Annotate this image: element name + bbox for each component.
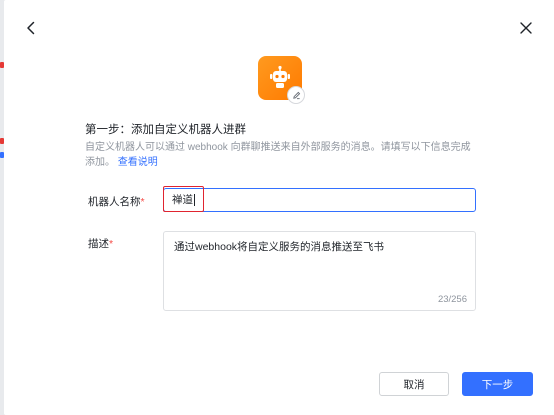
description-label: 描述* xyxy=(88,236,113,251)
chevron-left-icon xyxy=(27,21,35,35)
char-counter: 23/256 xyxy=(437,294,467,305)
highlight-annotation xyxy=(163,186,204,212)
description-textarea[interactable]: 通过webhook将自定义服务的消息推送至飞书 23/256 xyxy=(163,231,476,311)
required-mark: * xyxy=(140,196,145,208)
cancel-button[interactable]: 取消 xyxy=(379,372,449,396)
add-bot-dialog: 第一步：添加自定义机器人进群 自定义机器人可以通过 webhook 向群聊推送来… xyxy=(4,0,554,415)
step-description: 自定义机器人可以通过 webhook 向群聊推送来自外部服务的消息。请填写以下信… xyxy=(85,140,480,170)
bot-name-label-text: 机器人名称 xyxy=(88,196,141,208)
next-step-button[interactable]: 下一步 xyxy=(462,372,533,396)
description-label-text: 描述 xyxy=(88,238,109,250)
back-button[interactable] xyxy=(19,16,43,40)
view-docs-link[interactable]: 查看说明 xyxy=(118,157,158,168)
required-mark: * xyxy=(109,238,114,250)
close-icon xyxy=(520,22,532,34)
description-value: 通过webhook将自定义服务的消息推送至飞书 xyxy=(174,241,385,253)
bot-name-label: 机器人名称* xyxy=(88,194,145,209)
close-button[interactable] xyxy=(514,16,538,40)
edit-avatar-button[interactable] xyxy=(287,86,305,104)
step-title: 第一步：添加自定义机器人进群 xyxy=(85,124,246,136)
pencil-icon xyxy=(292,91,300,99)
bot-name-input[interactable]: 禅道 xyxy=(163,188,476,212)
